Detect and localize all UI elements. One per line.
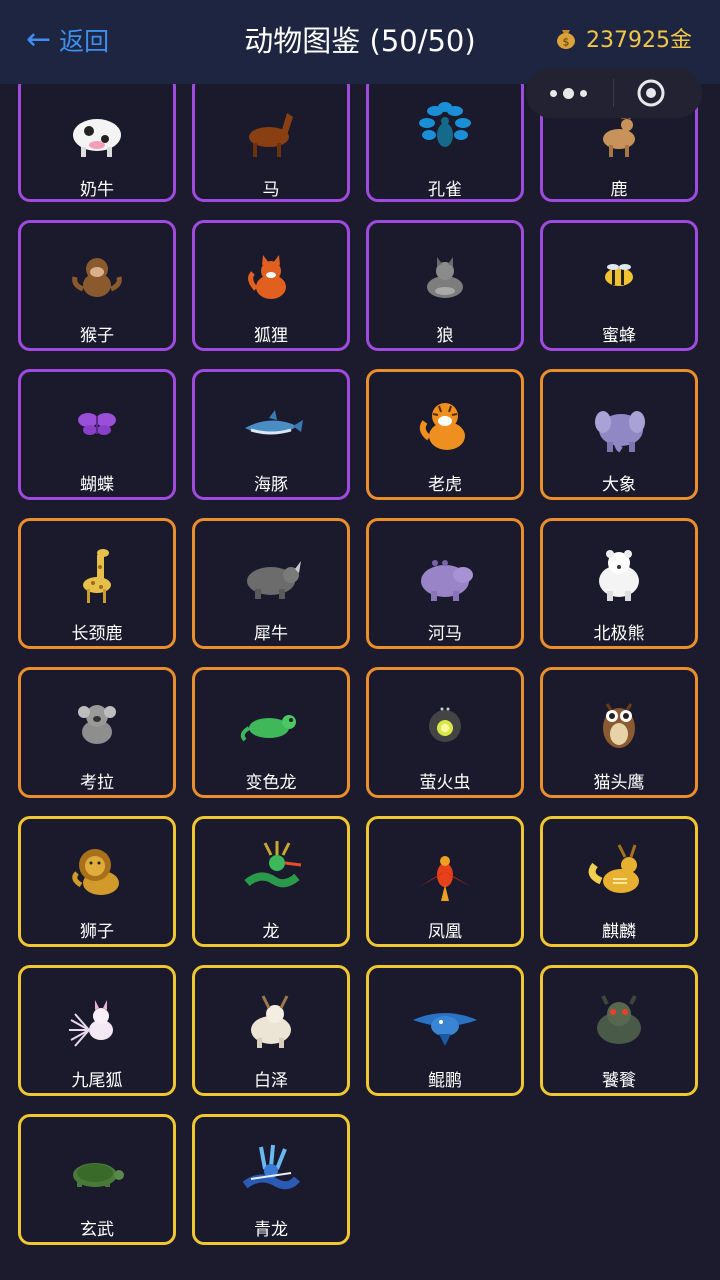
animal-card[interactable]: 鲲鹏: [366, 965, 524, 1096]
monkey-icon: [57, 235, 137, 315]
qilin-icon: [579, 831, 659, 911]
animal-card[interactable]: 北极熊: [540, 518, 698, 649]
animal-name: 青龙: [254, 1220, 288, 1240]
animal-name: 蝴蝶: [80, 475, 114, 495]
hippo-icon: [405, 533, 485, 613]
elephant-icon: [579, 384, 659, 464]
animal-card[interactable]: 玄武: [18, 1114, 176, 1245]
animal-name: 鹿: [610, 180, 628, 200]
animal-card[interactable]: 老虎: [366, 369, 524, 500]
animal-card[interactable]: 猴子: [18, 220, 176, 351]
nine-tailed-fox-icon: [57, 980, 137, 1060]
animal-card[interactable]: 龙: [192, 816, 350, 947]
animal-name: 老虎: [428, 475, 462, 495]
animal-name: 蜜蜂: [602, 326, 636, 346]
animal-name: 犀牛: [254, 624, 288, 644]
koala-icon: [57, 682, 137, 762]
animal-name: 奶牛: [80, 180, 114, 200]
wolf-icon: [405, 235, 485, 315]
animal-name: 玄武: [80, 1220, 114, 1240]
animal-card[interactable]: 马: [192, 74, 350, 202]
animal-card[interactable]: 犀牛: [192, 518, 350, 649]
animal-name: 麒麟: [602, 922, 636, 942]
dragon-icon: [231, 831, 311, 911]
animal-name: 大象: [602, 475, 636, 495]
animal-card[interactable]: 饕餮: [540, 965, 698, 1096]
animal-collection-grid: 奶牛 马 孔雀 鹿猴子 狐狸 狼 蜜蜂蝴蝶 海豚 老虎 大象长颈鹿 犀牛 河马 北极熊考拉 变色龙 萤火虫 猫…: [0, 0, 720, 1280]
black-tortoise-icon: [57, 1129, 137, 1209]
animal-card[interactable]: 大象: [540, 369, 698, 500]
lion-icon: [57, 831, 137, 911]
more-dots-icon[interactable]: [550, 87, 587, 99]
animal-name: 河马: [428, 624, 462, 644]
target-circle-icon[interactable]: [636, 78, 666, 108]
animal-name: 猴子: [80, 326, 114, 346]
animal-name: 饕餮: [602, 1071, 636, 1091]
animal-card[interactable]: 麒麟: [540, 816, 698, 947]
animal-card[interactable]: 蜜蜂: [540, 220, 698, 351]
animal-name: 狮子: [80, 922, 114, 942]
animal-card[interactable]: 萤火虫: [366, 667, 524, 798]
money-bag-icon: $: [554, 26, 578, 50]
giraffe-icon: [57, 533, 137, 613]
animal-name: 海豚: [254, 475, 288, 495]
animal-name: 萤火虫: [419, 773, 471, 793]
peacock-icon: [405, 89, 485, 169]
animal-name: 狼: [436, 326, 454, 346]
gold-balance: $ 237925金: [554, 22, 692, 54]
rhino-icon: [231, 533, 311, 613]
dolphin-icon: [231, 384, 311, 464]
animal-card[interactable]: 变色龙: [192, 667, 350, 798]
mini-program-capsule: [526, 68, 702, 118]
animal-name: 北极熊: [593, 624, 645, 644]
animal-card[interactable]: 狮子: [18, 816, 176, 947]
animal-name: 九尾狐: [71, 1071, 123, 1091]
butterfly-icon: [57, 384, 137, 464]
animal-name: 龙: [262, 922, 280, 942]
owl-icon: [579, 682, 659, 762]
animal-name: 考拉: [80, 773, 114, 793]
tiger-icon: [405, 384, 485, 464]
animal-name: 孔雀: [428, 180, 462, 200]
baize-icon: [231, 980, 311, 1060]
animal-card[interactable]: 凤凰: [366, 816, 524, 947]
azure-dragon-icon: [231, 1129, 311, 1209]
gold-amount: 237925金: [586, 28, 692, 53]
animal-card[interactable]: 河马: [366, 518, 524, 649]
animal-name: 猫头鹰: [593, 773, 645, 793]
svg-text:$: $: [563, 36, 570, 49]
polar-bear-icon: [579, 533, 659, 613]
animal-name: 马: [262, 180, 280, 200]
animal-card[interactable]: 九尾狐: [18, 965, 176, 1096]
bee-icon: [579, 235, 659, 315]
animal-card[interactable]: 猫头鹰: [540, 667, 698, 798]
animal-card[interactable]: 白泽: [192, 965, 350, 1096]
horse-icon: [231, 89, 311, 169]
animal-card[interactable]: 狼: [366, 220, 524, 351]
animal-card[interactable]: 奶牛: [18, 74, 176, 202]
animal-name: 凤凰: [428, 922, 462, 942]
animal-name: 鲲鹏: [428, 1071, 462, 1091]
animal-name: 长颈鹿: [71, 624, 123, 644]
fox-icon: [231, 235, 311, 315]
animal-name: 变色龙: [245, 773, 297, 793]
firefly-icon: [405, 682, 485, 762]
chameleon-icon: [231, 682, 311, 762]
cow-icon: [57, 89, 137, 169]
animal-card[interactable]: 狐狸: [192, 220, 350, 351]
animal-name: 狐狸: [254, 326, 288, 346]
animal-card[interactable]: 青龙: [192, 1114, 350, 1245]
animal-card[interactable]: 考拉: [18, 667, 176, 798]
taotie-icon: [579, 980, 659, 1060]
animal-name: 白泽: [254, 1071, 288, 1091]
animal-card[interactable]: 长颈鹿: [18, 518, 176, 649]
animal-card[interactable]: 孔雀: [366, 74, 524, 202]
phoenix-icon: [405, 831, 485, 911]
kunpeng-icon: [405, 980, 485, 1060]
animal-card[interactable]: 海豚: [192, 369, 350, 500]
capsule-divider: [613, 79, 614, 107]
animal-card[interactable]: 蝴蝶: [18, 369, 176, 500]
